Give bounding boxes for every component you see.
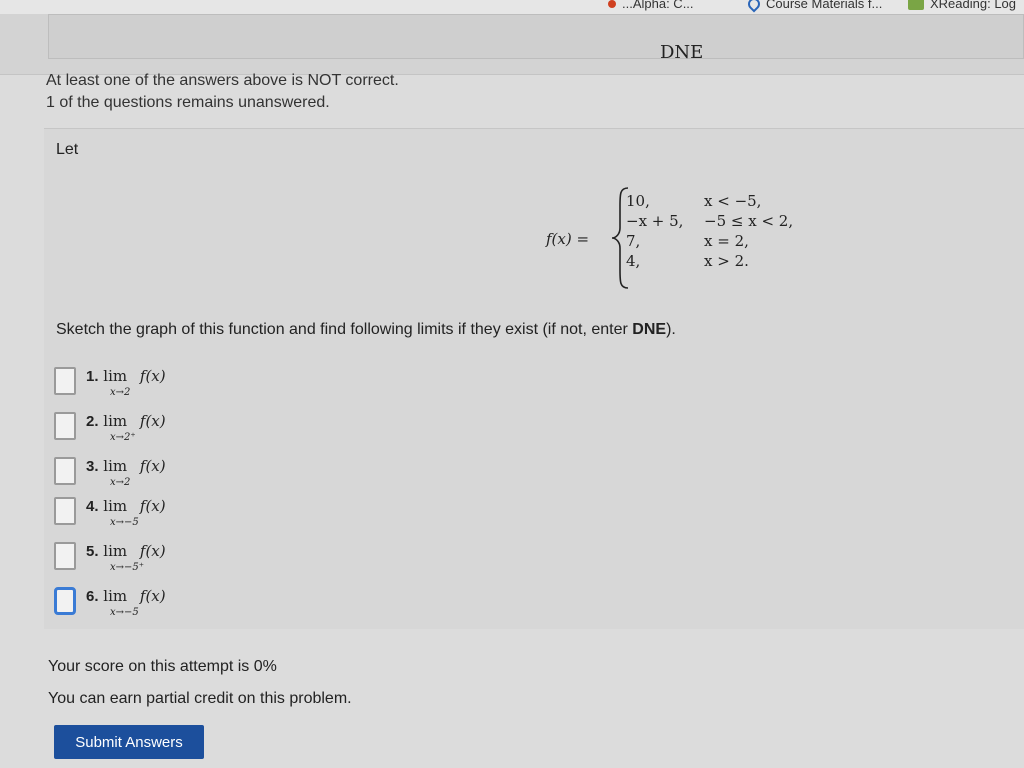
question-text: 6. lim f(x) x→−5	[86, 587, 166, 618]
question-text: 5. lim f(x) x→−5⁺	[86, 542, 166, 573]
instruction-dne: DNE	[632, 321, 667, 338]
question-text: 2. lim f(x) x→2⁺	[86, 412, 166, 443]
function-expr: f(x)	[139, 412, 166, 430]
question-number: 4.	[86, 498, 99, 515]
limit-subscript: x→2	[110, 387, 131, 398]
piece-condition: x = 2,	[704, 232, 749, 250]
function-expr: f(x)	[139, 542, 166, 560]
piece-value: 10,	[626, 192, 650, 210]
function-label: f(x) =	[546, 230, 590, 248]
function-expr: f(x)	[139, 367, 166, 385]
answer-input-1[interactable]	[54, 367, 76, 395]
bookmark-label: Course Materials f...	[766, 0, 883, 11]
instruction-prefix: Sketch the graph of this function and fi…	[56, 321, 633, 338]
feedback-message: At least one of the answers above is NOT…	[46, 70, 399, 114]
bookmark-wolfram[interactable]: ...Alpha: C...	[608, 0, 694, 11]
function-expr: f(x)	[139, 457, 166, 475]
book-icon	[908, 0, 924, 10]
piecewise-conditions: x < −5, −5 ≤ x < 2, x = 2, x > 2.	[704, 191, 793, 271]
bookmark-label: XReading: Log	[930, 0, 1017, 11]
let-label: Let	[56, 141, 79, 158]
limit-subscript: x→−5	[110, 517, 139, 528]
lim-label: lim	[103, 587, 128, 605]
question-number: 2.	[86, 413, 99, 430]
answer-preview-box	[48, 14, 1024, 59]
instruction-text: Sketch the graph of this function and fi…	[56, 321, 676, 339]
piecewise-values: 10, −x + 5, 7, 4,	[626, 191, 683, 271]
piece-value: −x + 5,	[626, 212, 684, 230]
submit-answers-button[interactable]: Submit Answers	[54, 725, 204, 759]
lim-label: lim	[103, 542, 128, 560]
question-number: 3.	[86, 458, 99, 475]
answer-input-3[interactable]	[54, 457, 76, 485]
answer-input-2[interactable]	[54, 412, 76, 440]
incorrect-message: At least one of the answers above is NOT…	[46, 72, 399, 89]
partial-credit-text: You can earn partial credit on this prob…	[48, 690, 352, 707]
unanswered-message: 1 of the questions remains unanswered.	[46, 94, 330, 111]
question-4: 4. lim f(x) x→−5	[54, 497, 166, 533]
piece-value: 4,	[626, 252, 641, 270]
question-2: 2. lim f(x) x→2⁺	[54, 412, 166, 448]
score-text: Your score on this attempt is 0%	[48, 658, 277, 675]
bookmark-xreading[interactable]: XReading: Log	[908, 0, 1016, 11]
lim-label: lim	[103, 412, 128, 430]
question-text: 4. lim f(x) x→−5	[86, 497, 166, 528]
problem-panel: Let f(x) = 10, −x + 5, 7, 4, x < −5, −5 …	[44, 128, 1024, 629]
lim-label: lim	[103, 457, 128, 475]
function-expr: f(x)	[139, 587, 166, 605]
lim-label: lim	[103, 367, 128, 385]
lim-label: lim	[103, 497, 128, 515]
question-5: 5. lim f(x) x→−5⁺	[54, 542, 166, 578]
question-number: 5.	[86, 543, 99, 560]
piece-condition: −5 ≤ x < 2,	[704, 212, 794, 230]
previous-answers-strip: DNE	[0, 14, 1024, 75]
piece-condition: x < −5,	[704, 192, 762, 210]
question-3: 3. lim f(x) x→2	[54, 457, 166, 493]
previous-answer-value: DNE	[660, 42, 704, 63]
answer-input-4[interactable]	[54, 497, 76, 525]
answer-input-5[interactable]	[54, 542, 76, 570]
limit-subscript: x→2⁺	[110, 432, 136, 443]
piece-value: 7,	[626, 232, 641, 250]
bookmark-course-materials[interactable]: Course Materials f...	[745, 0, 883, 12]
question-1: 1. lim f(x) x→2	[54, 367, 166, 403]
question-text: 3. lim f(x) x→2	[86, 457, 166, 488]
question-text: 1. lim f(x) x→2	[86, 367, 166, 398]
question-6: 6. lim f(x) x→−5	[54, 587, 166, 623]
answer-input-6[interactable]	[54, 587, 76, 615]
piece-condition: x > 2.	[704, 252, 749, 270]
question-number: 1.	[86, 368, 99, 385]
instruction-suffix: ).	[666, 321, 676, 338]
limit-subscript: x→2	[110, 477, 131, 488]
function-expr: f(x)	[139, 497, 166, 515]
pin-icon	[745, 0, 763, 12]
wolfram-icon	[608, 0, 616, 8]
bookmark-label: ...Alpha: C...	[622, 0, 694, 11]
limit-subscript: x→−5	[110, 607, 139, 618]
limit-subscript: x→−5⁺	[110, 562, 145, 573]
question-number: 6.	[86, 588, 99, 605]
